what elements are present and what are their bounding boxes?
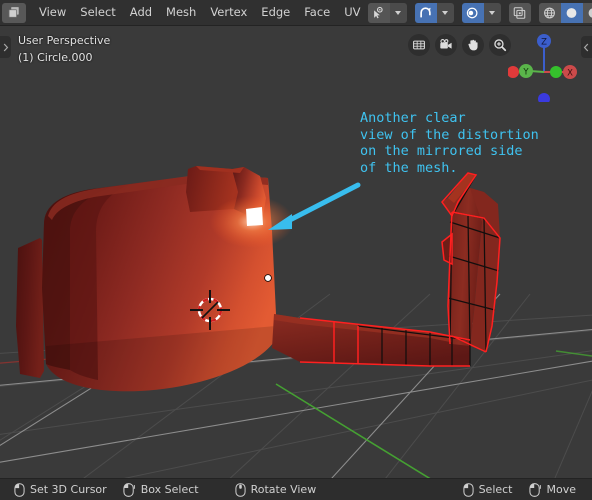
shading-material-preview-icon (588, 7, 592, 18)
chevron-left-icon (583, 43, 589, 51)
snap-toggle-button[interactable] (414, 2, 437, 23)
status-label-rotate-view: Rotate View (250, 483, 317, 496)
viewport-object-label: (1) Circle.000 (18, 51, 93, 64)
3d-viewport[interactable]: User Perspective (1) Circle.000 Another … (0, 26, 592, 478)
xray-cursor-icon (374, 6, 383, 18)
status-label-box-select: Box Select (140, 483, 199, 496)
editor-type-3d-viewport-icon (8, 7, 19, 18)
snap-dropdown-button[interactable] (436, 2, 454, 23)
menu-uv[interactable]: UV (337, 4, 367, 22)
menu-mesh[interactable]: Mesh (159, 4, 203, 22)
mesh-specular-highlight (246, 207, 263, 226)
menu-bar: View Select Add Mesh Vertex Edge Face UV (32, 4, 368, 22)
viewport-canvas (0, 26, 592, 478)
status-label-select: Select (478, 483, 513, 496)
magnet-icon (420, 6, 431, 17)
mouse-left-drag-icon (528, 482, 541, 497)
menu-select[interactable]: Select (73, 4, 122, 22)
header-group-snapping (414, 2, 454, 23)
toggle-xray-icon (513, 6, 526, 19)
gizmo-axis-x-negative[interactable] (508, 66, 519, 78)
pan-view-hand-icon (468, 39, 478, 51)
gizmo-label-y: Y (522, 68, 529, 78)
menu-vertex[interactable]: Vertex (203, 4, 254, 22)
camera-view-icon (440, 39, 452, 49)
editor-type-button[interactable] (2, 2, 26, 23)
menu-face[interactable]: Face (297, 4, 337, 22)
toggle-xray-button[interactable] (508, 2, 531, 23)
mouse-middle-button-icon (234, 482, 246, 497)
mesh-rear-flange (16, 238, 44, 378)
toggle-orthographic-button[interactable] (408, 34, 430, 56)
status-item-move: Move (528, 482, 579, 497)
shading-wireframe-icon (544, 7, 555, 18)
status-item-rotate-view: Rotate View (234, 482, 319, 497)
shading-solid-icon (566, 7, 577, 18)
menu-edge[interactable]: Edge (254, 4, 297, 22)
annotation-text: Another clear view of the distortion on … (360, 110, 539, 176)
header-group-proportional (461, 2, 501, 23)
gizmo-axis-z-negative[interactable] (538, 93, 550, 102)
gizmo-label-x: X (567, 69, 573, 79)
status-item-box-select: Box Select (123, 482, 201, 497)
viewport-perspective-label: User Perspective (18, 34, 111, 47)
mouse-left-button-icon (462, 482, 474, 497)
status-item-select: Select (462, 482, 515, 497)
shading-solid-button[interactable] (560, 2, 583, 23)
orthographic-toggle-icon (413, 40, 425, 50)
shading-material-preview-button[interactable] (582, 2, 592, 23)
status-label-move: Move (546, 483, 577, 496)
gizmo-axis-y-negative[interactable] (550, 66, 562, 78)
shading-wireframe-button[interactable] (538, 2, 561, 23)
menu-view[interactable]: View (32, 4, 73, 22)
pan-view-button[interactable] (462, 34, 484, 56)
sidebar-toolbar-expand-tab[interactable] (0, 36, 11, 58)
menu-add[interactable]: Add (123, 4, 159, 22)
gizmo-label-z: Z (541, 38, 547, 48)
proportional-edit-button[interactable] (461, 2, 484, 23)
selected-vertex-dot (264, 274, 272, 282)
proportional-dropdown-button[interactable] (483, 2, 501, 23)
proportional-edit-icon (466, 7, 478, 18)
blender-window: View Select Add Mesh Vertex Edge Face UV (0, 0, 592, 500)
chevron-down-icon (442, 10, 449, 15)
sidebar-n-panel-expand-tab[interactable] (581, 36, 592, 58)
viewport-header-bar: View Select Add Mesh Vertex Edge Face UV (0, 0, 592, 26)
xray-cursor-button[interactable] (367, 2, 390, 23)
status-bar: Set 3D Cursor Box Select Rotate View Sel… (0, 478, 592, 500)
header-group-xray (508, 2, 531, 23)
visibility-dropdown-button[interactable] (389, 2, 407, 23)
toggle-camera-view-button[interactable] (435, 34, 457, 56)
zoom-view-magnifier-icon (494, 39, 507, 52)
header-group-visibility (367, 2, 407, 23)
status-item-set-3d-cursor: Set 3D Cursor (14, 482, 109, 497)
chevron-down-icon (395, 10, 402, 15)
navigation-gizmo[interactable]: Z X Y (508, 30, 580, 102)
mouse-left-drag-icon (123, 482, 135, 497)
status-label-set-3d-cursor: Set 3D Cursor (30, 483, 107, 496)
chevron-right-icon (3, 43, 9, 51)
chevron-down-icon (489, 10, 496, 15)
header-group-shading (538, 2, 592, 23)
mouse-left-button-icon (14, 482, 25, 497)
